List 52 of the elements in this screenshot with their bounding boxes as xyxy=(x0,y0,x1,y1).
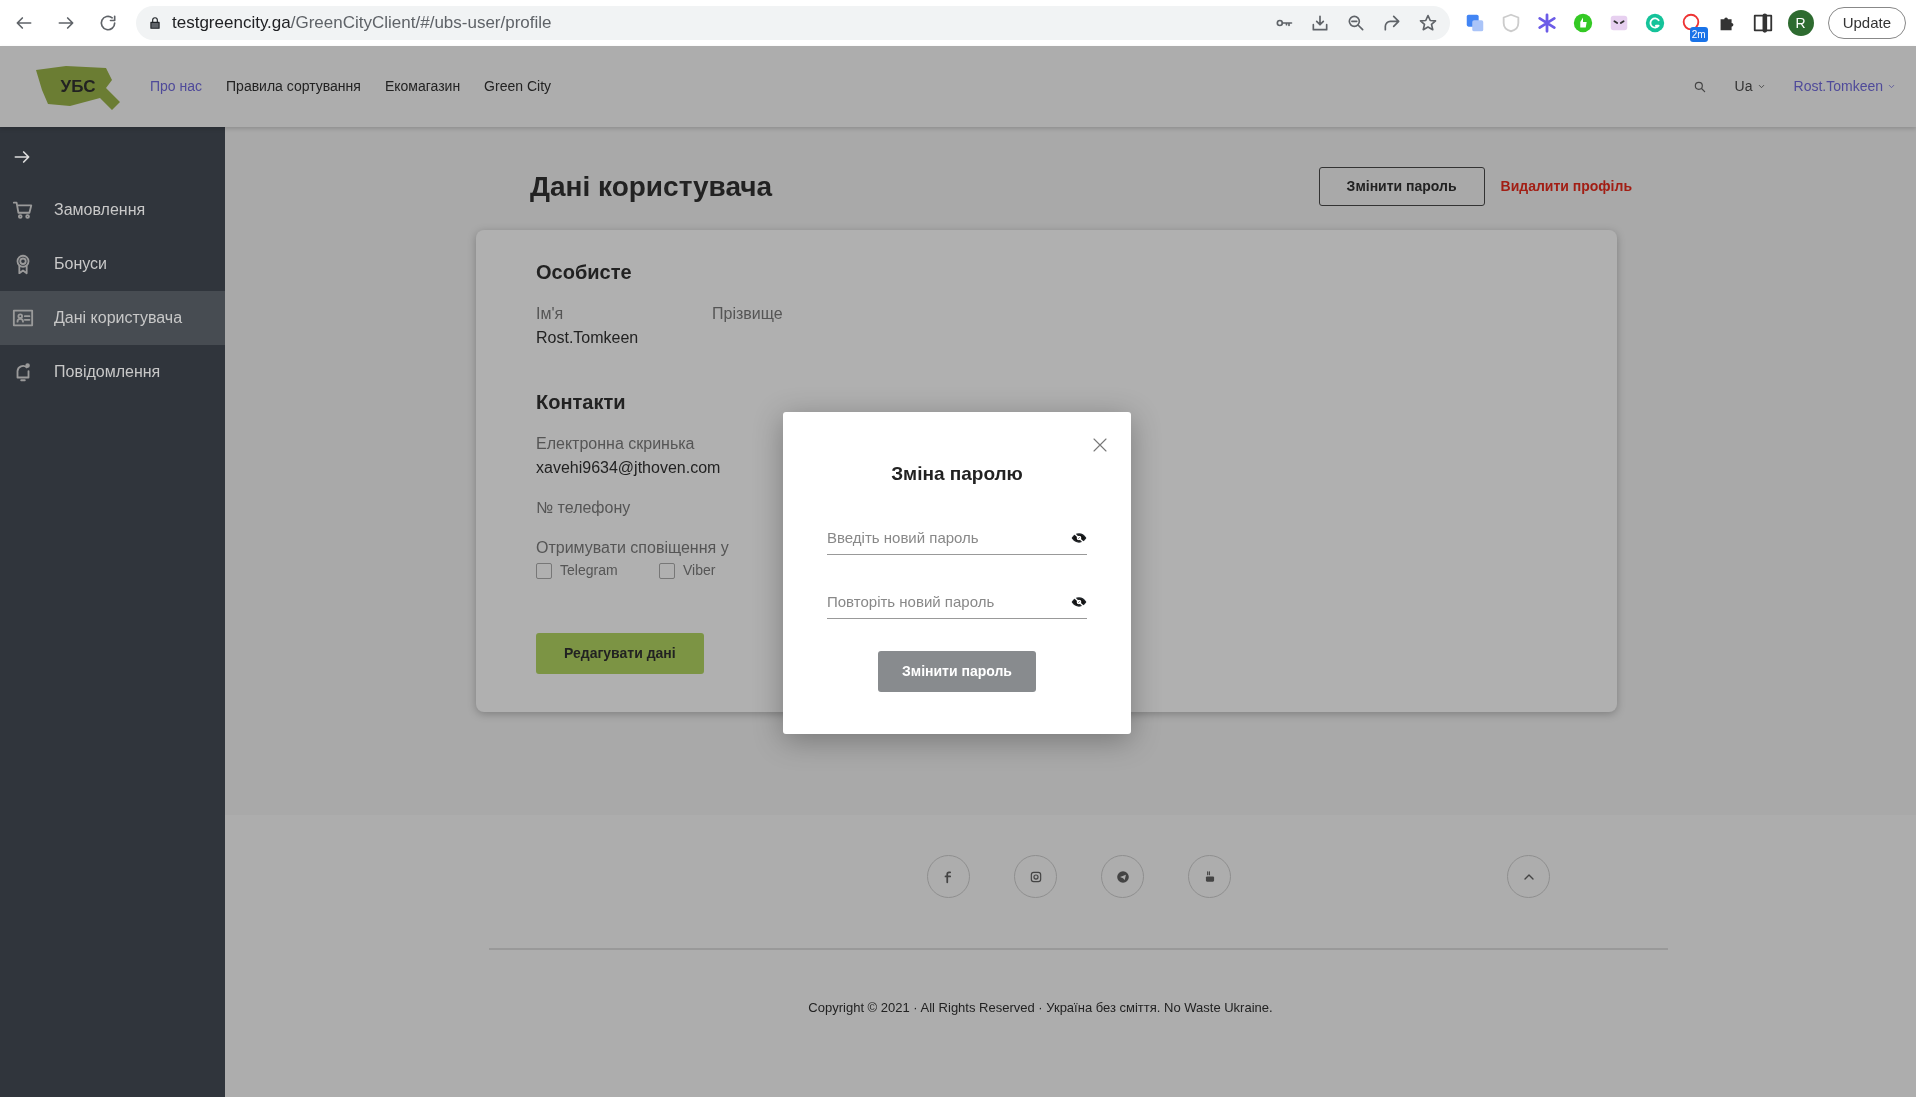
section-heading: Особисте xyxy=(536,260,633,284)
id-card-icon xyxy=(12,307,34,329)
snowflake-icon[interactable] xyxy=(1535,12,1558,34)
page-title: Дані користувача xyxy=(530,169,773,204)
thumb-icon[interactable] xyxy=(1571,12,1594,34)
nav-link[interactable]: Правила сортування xyxy=(226,76,361,97)
profile-avatar[interactable]: R xyxy=(1787,10,1814,36)
lock-icon xyxy=(148,16,162,30)
eye-slash-icon[interactable] xyxy=(1071,530,1087,546)
checkbox-label: Telegram xyxy=(560,561,618,580)
password-field[interactable]: Введіть новий пароль xyxy=(827,526,1071,550)
sidebar-icon[interactable] xyxy=(1751,12,1774,34)
field-label: Електронна скринька xyxy=(536,434,695,454)
close-icon[interactable] xyxy=(1091,436,1109,454)
field-label: № телефону xyxy=(536,498,631,518)
submit-button[interactable]: Змінити пароль xyxy=(878,650,1036,692)
nav-link[interactable]: Green City xyxy=(484,76,552,97)
caret-icon xyxy=(1756,82,1766,91)
cart-icon xyxy=(12,199,34,221)
search-icon[interactable] xyxy=(1692,79,1707,94)
checkbox[interactable] xyxy=(536,562,552,579)
instagram-icon[interactable] xyxy=(1028,869,1043,884)
eye-slash-icon[interactable] xyxy=(1071,594,1087,610)
sidebar-item[interactable]: Бонуси xyxy=(0,237,225,291)
modal-title: Зміна паролю xyxy=(890,462,1024,486)
reload-icon[interactable] xyxy=(98,13,118,33)
nav-link[interactable]: Про нас xyxy=(150,76,203,97)
edit-button[interactable]: Редагувати дані xyxy=(536,633,704,674)
field-value: Rost.Tomkeen xyxy=(536,328,639,348)
address-bar[interactable]: testgreencity.ga/GreenCityClient/#/ubs-user/profile xyxy=(136,6,1450,40)
field-value: xavehi9634@jthoven.com xyxy=(536,458,721,478)
caret-icon xyxy=(1887,82,1896,91)
checkbox-label: Viber xyxy=(683,561,716,580)
field-label: Прізвище xyxy=(712,304,783,324)
nav-link[interactable]: Екомагазин xyxy=(384,76,461,97)
sidebar-item[interactable]: Повідомлення xyxy=(0,345,225,399)
section-heading: Контакти xyxy=(536,390,627,414)
star-icon[interactable] xyxy=(1417,13,1438,33)
password-field[interactable]: Повторіть новий пароль xyxy=(827,590,1071,614)
sidebar-item[interactable]: Дані користувача xyxy=(0,291,225,345)
change-password-button[interactable]: Змінити пароль xyxy=(1318,167,1485,206)
sidebar-item[interactable]: Замовлення xyxy=(0,183,225,237)
field-label: Ім'я xyxy=(536,304,564,324)
update-button[interactable]: Update xyxy=(1827,6,1906,40)
logo-text: УБС xyxy=(60,75,96,98)
user-menu[interactable]: Rost.Tomkeen xyxy=(1793,76,1896,97)
field-label: Отримувати сповіщення у xyxy=(536,538,729,558)
checkbox[interactable] xyxy=(659,562,675,579)
extension-badge: 2m xyxy=(1689,27,1708,42)
language-dropdown[interactable]: Ua xyxy=(1734,76,1766,97)
copyright-text: Copyright © 2021 · All Rights Reserved · Україна без сміття. No Waste Ukraine. xyxy=(807,999,1274,1017)
telegram-icon[interactable] xyxy=(1115,869,1130,884)
